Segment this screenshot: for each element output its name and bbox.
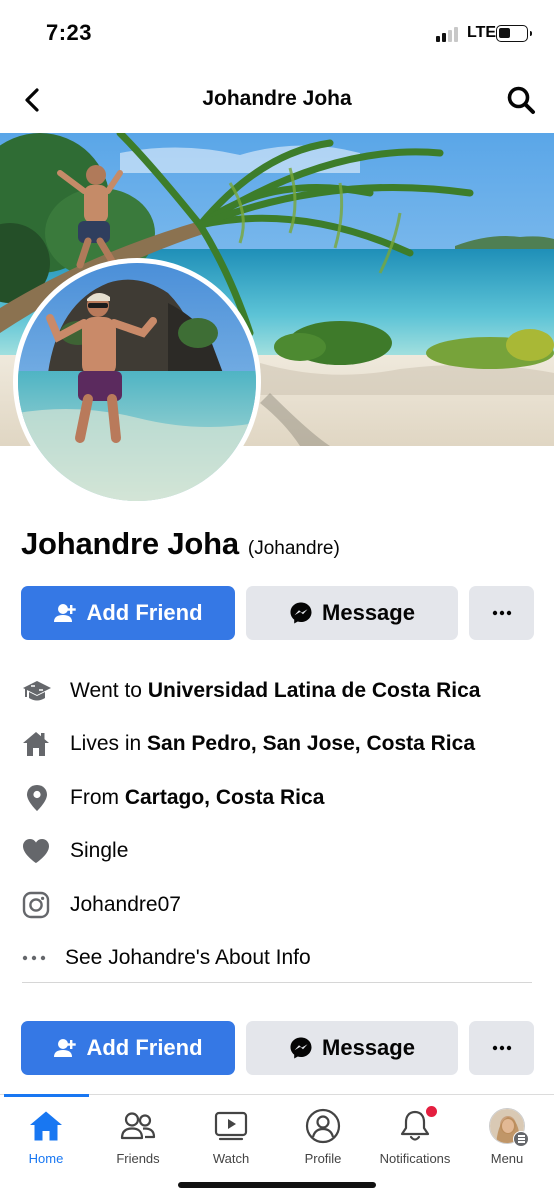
friends-icon <box>120 1112 156 1140</box>
profile-alternate-name: (Johandre) <box>247 538 340 559</box>
section-divider <box>22 982 532 983</box>
tab-label: Watch <box>212 1151 250 1166</box>
add-friend-label: Add Friend <box>86 1035 203 1060</box>
lives-prefix: Lives in <box>70 732 148 756</box>
detail-relationship: Single <box>22 825 532 879</box>
tab-label: Friends <box>116 1151 160 1166</box>
profile-actions-bottom: Add Friend Message <box>21 1021 534 1075</box>
home-indicator <box>178 1182 376 1188</box>
signal-strength-icon <box>436 26 462 42</box>
status-time: 7:23 <box>46 20 93 45</box>
battery-icon <box>496 25 532 42</box>
message-label: Message <box>322 1035 415 1060</box>
more-options-button[interactable] <box>469 586 534 640</box>
profile-picture[interactable] <box>13 258 261 506</box>
instagram-icon <box>22 891 50 918</box>
nav-header: Johandre Joha <box>0 66 554 132</box>
add-friend-icon <box>54 604 77 622</box>
tab-menu[interactable]: Menu <box>461 1095 553 1171</box>
search-button[interactable] <box>506 85 536 115</box>
graduation-cap-icon <box>23 680 51 701</box>
tab-home[interactable]: Home <box>0 1095 92 1171</box>
add-friend-label: Add Friend <box>86 600 203 625</box>
page-title: Johandre Joha <box>202 87 352 110</box>
intro-details: Went to Universidad Latina de Costa Rica… <box>22 664 532 985</box>
add-friend-icon <box>54 1039 77 1057</box>
education-prefix: Went to <box>70 678 148 702</box>
message-label: Message <box>322 600 415 625</box>
tab-label: Home <box>28 1151 64 1166</box>
location-pin-icon <box>27 784 47 811</box>
heart-icon <box>23 839 49 864</box>
education-school[interactable]: Universidad Latina de Costa Rica <box>148 679 481 703</box>
from-prefix: From <box>70 785 125 809</box>
profile-name-row: Johandre Joha (Johandre) <box>21 526 340 562</box>
detail-see-about[interactable]: See Johandre's About Info <box>22 932 532 986</box>
tab-notifications[interactable]: Notifications <box>369 1095 461 1171</box>
see-about-link[interactable]: See Johandre's About Info <box>65 946 311 970</box>
detail-current-city: Lives in San Pedro, San Jose, Costa Rica <box>22 718 532 772</box>
profile-actions-top: Add Friend Message <box>21 586 534 640</box>
more-dots-icon <box>22 956 46 961</box>
relationship-status: Single <box>70 839 129 863</box>
tab-label: Menu <box>490 1151 524 1166</box>
tab-label: Profile <box>304 1151 342 1166</box>
tab-profile[interactable]: Profile <box>277 1095 369 1171</box>
hometown[interactable]: Cartago, Costa Rica <box>125 786 325 810</box>
network-type: LTE <box>467 24 497 41</box>
more-dots-icon <box>492 610 511 616</box>
notification-badge <box>425 1105 438 1118</box>
message-button[interactable]: Message <box>246 586 458 640</box>
messenger-icon <box>290 1037 312 1059</box>
more-options-button[interactable] <box>469 1021 534 1075</box>
message-button[interactable]: Message <box>246 1021 458 1075</box>
instagram-handle[interactable]: Johandre07 <box>70 893 181 917</box>
watch-icon <box>214 1111 248 1141</box>
more-dots-icon <box>492 1045 511 1051</box>
tab-watch[interactable]: Watch <box>185 1095 277 1171</box>
detail-education: Went to Universidad Latina de Costa Rica <box>22 664 532 718</box>
add-friend-button[interactable]: Add Friend <box>21 1021 235 1075</box>
messenger-icon <box>290 602 312 624</box>
home-icon <box>23 732 49 757</box>
home-icon <box>30 1111 62 1141</box>
add-friend-button[interactable]: Add Friend <box>21 586 235 640</box>
search-icon <box>507 86 535 114</box>
status-bar: 7:23 LTE <box>0 0 554 66</box>
profile-name: Johandre Joha <box>21 526 239 561</box>
lives-city[interactable]: San Pedro, San Jose, Costa Rica <box>147 732 475 756</box>
detail-hometown: From Cartago, Costa Rica <box>22 771 532 825</box>
menu-lines-icon <box>513 1131 529 1147</box>
profile-icon <box>305 1108 341 1144</box>
tab-friends[interactable]: Friends <box>92 1095 184 1171</box>
tab-label: Notifications <box>379 1151 451 1166</box>
detail-instagram: Johandre07 <box>22 878 532 932</box>
